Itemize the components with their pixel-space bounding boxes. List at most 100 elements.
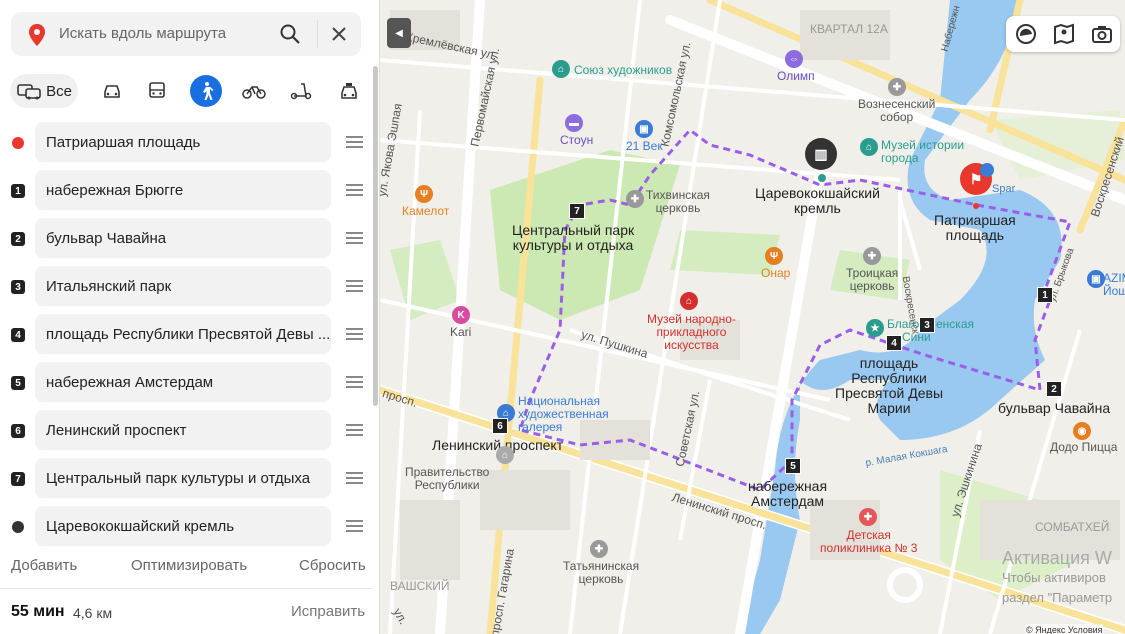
landmark-poi-icon[interactable]: ★ bbox=[866, 319, 884, 337]
panorama-icon[interactable] bbox=[1052, 22, 1076, 46]
poi-label: Детская поликлиника № 3 bbox=[820, 528, 918, 555]
drag-handle-icon[interactable] bbox=[346, 136, 363, 148]
pedestrian-icon bbox=[203, 82, 214, 100]
mode-all-label: Все bbox=[46, 82, 72, 100]
drag-handle-icon[interactable] bbox=[346, 376, 363, 388]
waypoint-row[interactable]: 2 бульвар Чавайна bbox=[0, 218, 372, 258]
waypoint-row[interactable]: Царевококшайский кремль bbox=[0, 506, 372, 546]
hotel-poi-icon[interactable]: ▬ bbox=[565, 114, 583, 132]
search-input[interactable]: Искать вдоль маршрута bbox=[59, 25, 226, 42]
drag-handle-icon[interactable] bbox=[346, 328, 363, 340]
watermark-line: раздел "Параметр bbox=[1002, 590, 1113, 605]
reset-route-button[interactable]: Сбросить bbox=[299, 557, 366, 574]
shop-poi-icon[interactable] bbox=[980, 163, 994, 177]
scooter-icon bbox=[290, 83, 312, 100]
close-icon[interactable] bbox=[329, 24, 349, 44]
sports-poi-icon[interactable]: ⇔ bbox=[785, 50, 803, 68]
transport-modes: Все bbox=[10, 74, 360, 110]
mode-pedestrian-button[interactable] bbox=[190, 75, 222, 107]
waypoint-number: 3 bbox=[11, 280, 25, 294]
shop-poi-icon[interactable]: K bbox=[452, 306, 470, 324]
poi-label: Spar bbox=[992, 183, 1016, 195]
waypoint-input[interactable]: Царевококшайский кремль bbox=[35, 506, 331, 546]
bicycle-icon bbox=[242, 86, 266, 99]
poi-label: бульвар Чавайна bbox=[998, 400, 1111, 416]
waypoint-input[interactable]: Центральный парк культуры и отдыха bbox=[35, 458, 331, 498]
drag-handle-icon[interactable] bbox=[346, 232, 363, 244]
route-marker-1[interactable]: 1 bbox=[1037, 287, 1053, 303]
waypoint-number: 4 bbox=[11, 328, 25, 342]
route-distance: 4,6 км bbox=[73, 605, 113, 621]
mode-scooter-button[interactable] bbox=[285, 74, 317, 108]
mode-bicycle-button[interactable] bbox=[238, 74, 270, 108]
drag-handle-icon[interactable] bbox=[346, 424, 363, 436]
waypoint-row[interactable]: 7 Центральный парк культуры и отдыха bbox=[0, 458, 372, 498]
waypoint-row[interactable]: 4 площадь Республики Пресвятой Девы ... bbox=[0, 314, 372, 354]
copyright-label[interactable]: © Яндекс Условия bbox=[1026, 624, 1103, 634]
mode-all-button[interactable]: Все bbox=[10, 74, 78, 108]
restaurant-poi-icon[interactable]: Ψ bbox=[765, 247, 783, 265]
map-canvas[interactable]: ◀ Кремлёвская ул. Первомайская ул. Комсо… bbox=[380, 0, 1125, 634]
search-icon[interactable] bbox=[279, 23, 301, 45]
waypoint-row[interactable]: 6 Ленинский проспект bbox=[0, 410, 372, 450]
end-marker-icon bbox=[12, 521, 24, 533]
poi-label: Додо Пицца bbox=[1050, 440, 1118, 454]
museum-poi-icon[interactable]: ⌂ bbox=[552, 60, 570, 78]
waypoint-input[interactable]: набережная Брюгге bbox=[35, 170, 331, 210]
waypoint-row[interactable]: 5 набережная Амстердам bbox=[0, 362, 372, 402]
waypoint-row[interactable]: Патриаршая площадь bbox=[0, 122, 372, 162]
waypoint-number: 2 bbox=[11, 232, 25, 246]
optimize-route-button[interactable]: Оптимизировать bbox=[131, 557, 247, 574]
restaurant-poi-icon[interactable]: Ψ bbox=[415, 185, 433, 203]
route-marker-4[interactable]: 4 bbox=[886, 335, 902, 351]
waypoint-input[interactable]: Патриаршая площадь bbox=[35, 122, 331, 162]
route-marker-6[interactable]: 6 bbox=[492, 418, 508, 434]
museum-poi-icon[interactable]: ⌂ bbox=[680, 292, 698, 310]
church-poi-icon[interactable]: ✚ bbox=[590, 540, 608, 558]
government-poi-icon[interactable]: ⌂ bbox=[496, 446, 514, 464]
mode-car-button[interactable] bbox=[96, 74, 128, 108]
route-marker-7[interactable]: 7 bbox=[569, 203, 585, 219]
poi-label: Центральный парк культуры и отдыха bbox=[512, 222, 635, 253]
poi-label: Национальная художественная галерея bbox=[518, 394, 609, 434]
district-label: ВАШСКИЙ bbox=[390, 579, 450, 593]
waypoint-number: 7 bbox=[11, 472, 25, 486]
car-icon bbox=[104, 85, 120, 98]
waypoint-row[interactable]: 1 набережная Брюгге bbox=[0, 170, 372, 210]
waypoint-input[interactable]: набережная Амстердам bbox=[35, 362, 331, 402]
route-marker-3[interactable]: 3 bbox=[919, 317, 935, 333]
fix-route-link[interactable]: Исправить bbox=[291, 603, 365, 620]
sidebar-scrollbar[interactable] bbox=[373, 66, 378, 406]
pizza-poi-icon[interactable]: ◉ bbox=[1073, 422, 1091, 440]
add-waypoint-button[interactable]: Добавить bbox=[11, 557, 77, 574]
church-poi-icon[interactable]: ✚ bbox=[863, 247, 881, 265]
route-marker-2[interactable]: 2 bbox=[1046, 381, 1062, 397]
poi-label: Царевококшайский кремль bbox=[755, 185, 880, 216]
landmark-poi-icon[interactable]: ▥ bbox=[805, 138, 837, 170]
start-marker-icon bbox=[12, 137, 24, 149]
camera-icon[interactable] bbox=[1090, 22, 1114, 46]
waypoint-input[interactable]: Ленинский проспект bbox=[35, 410, 331, 450]
mode-taxi-button[interactable] bbox=[333, 74, 365, 108]
mode-bus-button[interactable] bbox=[141, 74, 173, 108]
hospital-poi-icon[interactable]: ✚ bbox=[859, 508, 877, 526]
waypoint-input[interactable]: Итальянский парк bbox=[35, 266, 331, 306]
layers-icon[interactable] bbox=[1014, 22, 1038, 46]
waypoint-input[interactable]: бульвар Чавайна bbox=[35, 218, 331, 258]
church-poi-icon[interactable]: ✚ bbox=[888, 78, 906, 96]
route-marker-5[interactable]: 5 bbox=[785, 458, 801, 474]
waypoint-input[interactable]: площадь Республики Пресвятой Девы ... bbox=[35, 314, 331, 354]
drag-handle-icon[interactable] bbox=[346, 520, 363, 532]
route-search-box[interactable]: Искать вдоль маршрута bbox=[11, 12, 361, 56]
drag-handle-icon[interactable] bbox=[346, 184, 363, 196]
poi-label: набережная Амстердам bbox=[748, 478, 828, 509]
poi-label: Kari bbox=[450, 325, 472, 339]
drag-handle-icon[interactable] bbox=[346, 280, 363, 292]
drag-handle-icon[interactable] bbox=[346, 472, 363, 484]
waypoint-row[interactable]: 3 Итальянский парк bbox=[0, 266, 372, 306]
church-poi-icon[interactable]: ✚ bbox=[626, 190, 644, 208]
poi-label: Союз художников bbox=[574, 63, 673, 77]
shop-poi-icon[interactable]: ▣ bbox=[635, 120, 653, 138]
poi-label: площадь Республики Пресвятой Девы Марии bbox=[835, 355, 944, 416]
museum-poi-icon[interactable]: ⌂ bbox=[860, 138, 878, 156]
